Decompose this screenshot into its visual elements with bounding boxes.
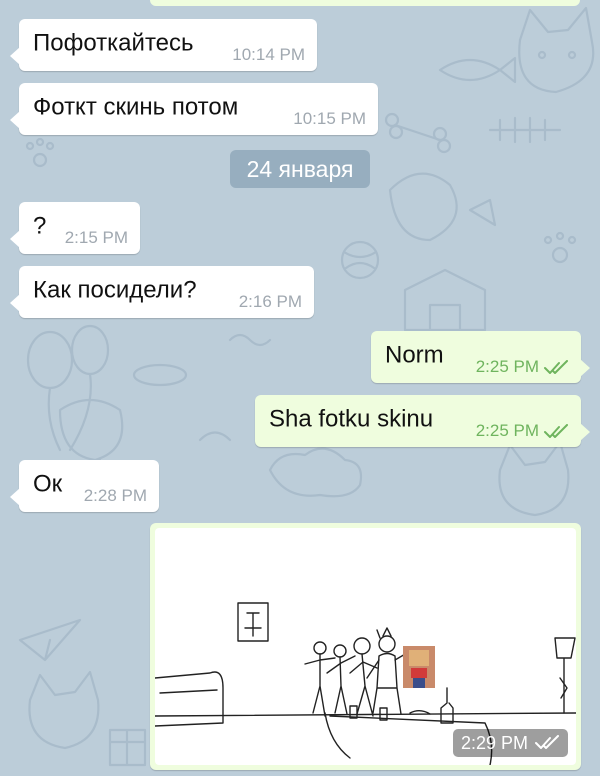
message-time: 2:28 PM: [83, 486, 147, 505]
double-check-icon: [544, 360, 568, 374]
message-time: 10:14 PM: [232, 45, 305, 64]
incoming-message[interactable]: Как посидели? 2:16 PM: [10, 266, 314, 318]
incoming-message[interactable]: Пофоткайтесь 10:14 PM: [10, 19, 317, 71]
incoming-message[interactable]: Фоткт скинь потом 10:15 PM: [10, 83, 378, 135]
photo-attachment[interactable]: 2:29 PM: [155, 528, 576, 765]
previous-message-stub: [150, 0, 580, 6]
date-separator: 24 января: [230, 150, 370, 188]
message-text: Ок: [33, 470, 63, 498]
chat-area[interactable]: Пофоткайтесь 10:14 PM Фоткт скинь потом …: [0, 0, 600, 776]
message-time: 2:25 PM: [475, 357, 539, 376]
message-time: 10:15 PM: [293, 109, 366, 128]
message-time: 2:15 PM: [64, 228, 128, 247]
double-check-icon: [535, 735, 559, 749]
incoming-message[interactable]: ? 2:15 PM: [10, 202, 140, 254]
outgoing-photo-message[interactable]: 2:29 PM: [150, 523, 581, 770]
message-time: 2:25 PM: [475, 421, 539, 440]
outgoing-message[interactable]: Norm 2:25 PM: [371, 331, 590, 383]
message-text: Norm: [385, 341, 444, 369]
photo-time-badge: 2:29 PM: [452, 729, 568, 757]
incoming-message[interactable]: Ок 2:28 PM: [10, 460, 159, 512]
message-text: Sha fotku skinu: [269, 405, 434, 433]
message-text: Пофоткайтесь: [33, 29, 194, 57]
double-check-icon: [544, 424, 568, 438]
outgoing-message[interactable]: Sha fotku skinu 2:25 PM: [255, 395, 590, 447]
message-text: Как посидели?: [33, 276, 197, 304]
message-time: 2:29 PM: [460, 733, 528, 753]
message-text: ?: [33, 212, 47, 240]
message-text: Фоткт скинь потом: [33, 93, 239, 121]
message-time: 2:16 PM: [238, 292, 302, 311]
